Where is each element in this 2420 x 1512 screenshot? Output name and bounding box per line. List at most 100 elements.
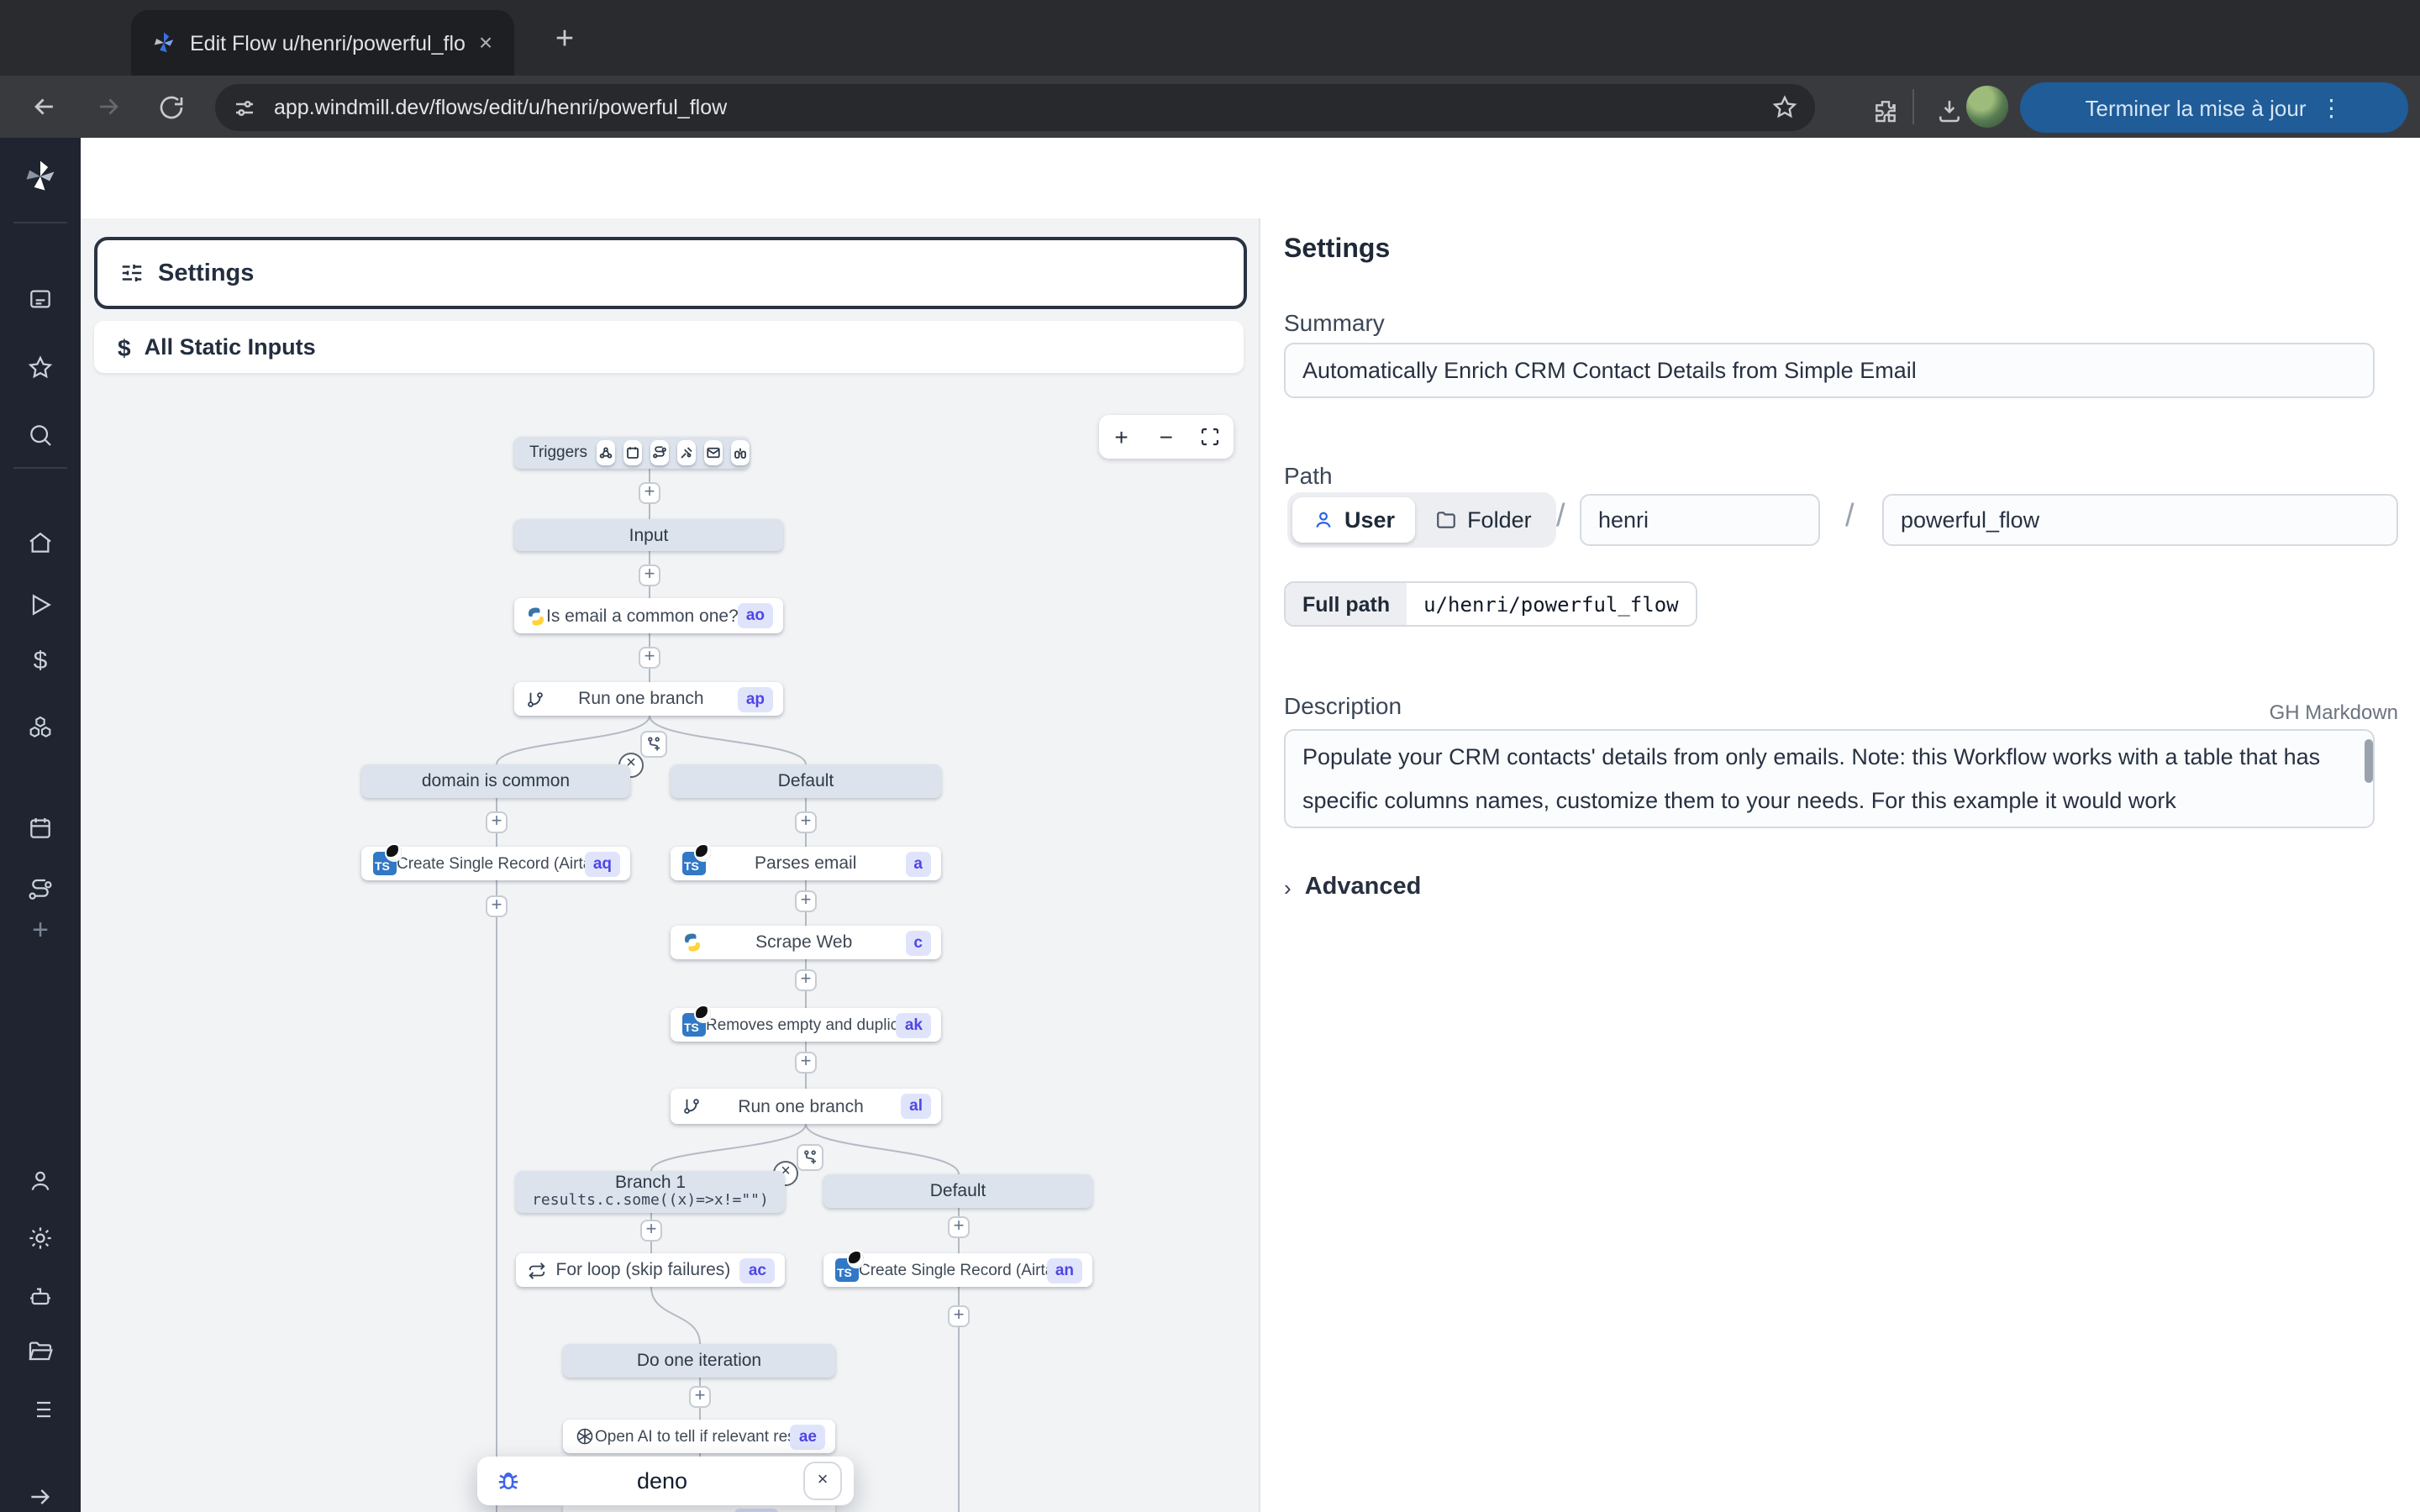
flow-settings-panel: Settings Summary Path User Folder / / Fu… bbox=[1260, 218, 2420, 1512]
full-path-label: Full path bbox=[1286, 583, 1407, 625]
node-run-one-branch-2[interactable]: Run one branch al bbox=[671, 1089, 941, 1124]
add-step-icon[interactable]: + bbox=[948, 1216, 970, 1238]
windmill-logo[interactable] bbox=[22, 158, 59, 195]
step-id-badge: ak bbox=[897, 1012, 931, 1037]
search-icon[interactable] bbox=[27, 422, 54, 449]
runs-play-icon[interactable] bbox=[27, 591, 54, 618]
forward-icon[interactable] bbox=[84, 83, 131, 130]
poll-trigger-icon[interactable] bbox=[731, 440, 750, 465]
branch-default-1[interactable]: Default bbox=[671, 764, 941, 798]
add-branch-icon[interactable] bbox=[640, 731, 667, 758]
expand-sidebar-icon[interactable] bbox=[27, 1483, 54, 1510]
reload-icon[interactable] bbox=[148, 83, 195, 130]
fullscreen-icon[interactable] bbox=[1188, 415, 1233, 459]
node-removes-empty-duplicates[interactable]: TS Removes empty and duplicates ak bbox=[671, 1008, 941, 1042]
variables-dollar-icon[interactable]: $ bbox=[0, 647, 81, 675]
node-create-single-record-2[interactable]: TS Create Single Record (Airtable) an bbox=[823, 1253, 1092, 1287]
bookmark-star-icon[interactable] bbox=[1771, 94, 1798, 121]
workspace-kiosk-icon[interactable] bbox=[27, 286, 54, 312]
route-trigger-icon[interactable] bbox=[650, 440, 668, 465]
browser-update-button[interactable]: Terminer la mise à jour ⋮ bbox=[2020, 82, 2408, 133]
triggers-node[interactable]: Triggers bbox=[514, 437, 750, 469]
add-step-icon[interactable]: + bbox=[639, 482, 660, 504]
node-run-one-branch-1[interactable]: Run one branch ap bbox=[514, 682, 783, 716]
workers-robot-icon[interactable] bbox=[27, 1284, 54, 1310]
add-step-icon[interactable]: + bbox=[795, 811, 817, 833]
node-scrape-web[interactable]: Scrape Web c bbox=[671, 926, 941, 959]
python-icon bbox=[682, 932, 702, 953]
add-step-icon[interactable]: + bbox=[795, 1052, 817, 1074]
folders-icon[interactable] bbox=[27, 1339, 54, 1366]
add-step-icon[interactable]: + bbox=[795, 969, 817, 991]
schedules-calendar-icon[interactable] bbox=[27, 815, 54, 842]
address-bar[interactable]: app.windmill.dev/flows/edit/u/henri/powe… bbox=[215, 84, 1815, 131]
add-step-icon[interactable]: + bbox=[689, 1386, 711, 1408]
deno-debug-popup[interactable]: deno × bbox=[477, 1457, 854, 1505]
add-branch-icon[interactable] bbox=[797, 1144, 823, 1171]
do-one-iteration-node[interactable]: Do one iteration bbox=[563, 1344, 835, 1378]
resources-cubes-icon[interactable] bbox=[27, 714, 54, 741]
add-step-icon[interactable]: + bbox=[948, 1305, 970, 1327]
application-window: Edit Flow u/henri/powerful_flo × + app.w… bbox=[0, 0, 2420, 1512]
step-id-badge: aq bbox=[585, 851, 620, 876]
websocket-trigger-icon[interactable] bbox=[676, 440, 695, 465]
toggle-user[interactable]: User bbox=[1292, 497, 1415, 543]
site-controls-icon[interactable] bbox=[232, 95, 257, 120]
add-item-icon[interactable]: + bbox=[0, 914, 81, 948]
input-node[interactable]: Input bbox=[514, 519, 783, 551]
advanced-section-toggle[interactable]: › Advanced bbox=[1284, 874, 1421, 900]
user-icon[interactable] bbox=[27, 1168, 54, 1194]
branch-default-2[interactable]: Default bbox=[823, 1174, 1092, 1208]
schedule-trigger-icon[interactable] bbox=[623, 440, 641, 465]
add-step-icon[interactable]: + bbox=[639, 564, 660, 586]
routes-icon[interactable] bbox=[27, 877, 54, 904]
typescript-deno-icon: TS bbox=[682, 852, 706, 875]
graph-zoom-controls: + − bbox=[1099, 415, 1234, 459]
node-create-single-record-1[interactable]: TS Create Single Record (Airtable) aq bbox=[361, 847, 630, 880]
profile-avatar[interactable] bbox=[1966, 86, 2008, 128]
description-textarea[interactable]: Populate your CRM contacts' details from… bbox=[1284, 729, 2375, 828]
zoom-in-icon[interactable]: + bbox=[1099, 415, 1144, 459]
chevron-right-icon: › bbox=[1284, 874, 1292, 900]
bug-icon bbox=[496, 1468, 521, 1494]
node-open-ai-relevant[interactable]: Open AI to tell if relevant result ae bbox=[563, 1420, 835, 1453]
branch-domain-is-common[interactable]: domain is common bbox=[361, 764, 630, 798]
node-is-email-common[interactable]: Is email a common one? ao bbox=[514, 598, 783, 633]
git-branch-icon bbox=[682, 1097, 701, 1116]
close-popup-icon[interactable]: × bbox=[803, 1462, 842, 1500]
python-icon bbox=[526, 606, 546, 626]
step-id-badge bbox=[734, 1509, 778, 1512]
browser-menu-icon[interactable]: ⋮ bbox=[2320, 93, 2344, 122]
summary-input[interactable] bbox=[1284, 343, 2375, 398]
logs-list-icon[interactable] bbox=[27, 1396, 54, 1423]
favorites-star-icon[interactable] bbox=[27, 354, 54, 381]
email-trigger-icon[interactable] bbox=[704, 440, 723, 465]
webhook-trigger-icon[interactable] bbox=[596, 440, 614, 465]
textarea-scrollbar[interactable] bbox=[2365, 739, 2373, 783]
back-icon[interactable] bbox=[20, 83, 67, 130]
node-parses-email[interactable]: TS Parses email a bbox=[671, 847, 941, 880]
path-owner-input[interactable] bbox=[1580, 494, 1820, 546]
new-tab-button[interactable]: + bbox=[541, 18, 588, 66]
branch-1-node[interactable]: Branch 1 results.c.some((x)=>x!="") bbox=[516, 1171, 785, 1213]
node-for-loop[interactable]: For loop (skip failures) ac bbox=[516, 1253, 785, 1287]
browser-tab[interactable]: Edit Flow u/henri/powerful_flo × bbox=[131, 10, 514, 76]
loop-repeat-icon bbox=[528, 1261, 546, 1279]
all-static-inputs-card[interactable]: $ All Static Inputs bbox=[94, 321, 1244, 373]
sliders-icon bbox=[119, 260, 145, 286]
url-text[interactable]: app.windmill.dev/flows/edit/u/henri/powe… bbox=[274, 96, 1771, 119]
add-step-icon[interactable]: + bbox=[486, 811, 508, 833]
path-name-input[interactable] bbox=[1882, 494, 2398, 546]
add-step-icon[interactable]: + bbox=[795, 890, 817, 912]
settings-gear-icon[interactable] bbox=[27, 1225, 54, 1252]
settings-tab-card[interactable]: Settings bbox=[94, 237, 1247, 309]
extensions-icon[interactable] bbox=[1862, 87, 1909, 134]
add-step-icon[interactable]: + bbox=[640, 1220, 662, 1242]
home-icon[interactable] bbox=[27, 529, 54, 556]
add-step-icon[interactable]: + bbox=[486, 895, 508, 917]
zoom-out-icon[interactable]: − bbox=[1144, 415, 1188, 459]
tab-close-icon[interactable]: × bbox=[471, 28, 501, 58]
add-step-icon[interactable]: + bbox=[639, 647, 660, 669]
user-icon bbox=[1313, 509, 1334, 531]
toggle-folder[interactable]: Folder bbox=[1415, 497, 1552, 543]
